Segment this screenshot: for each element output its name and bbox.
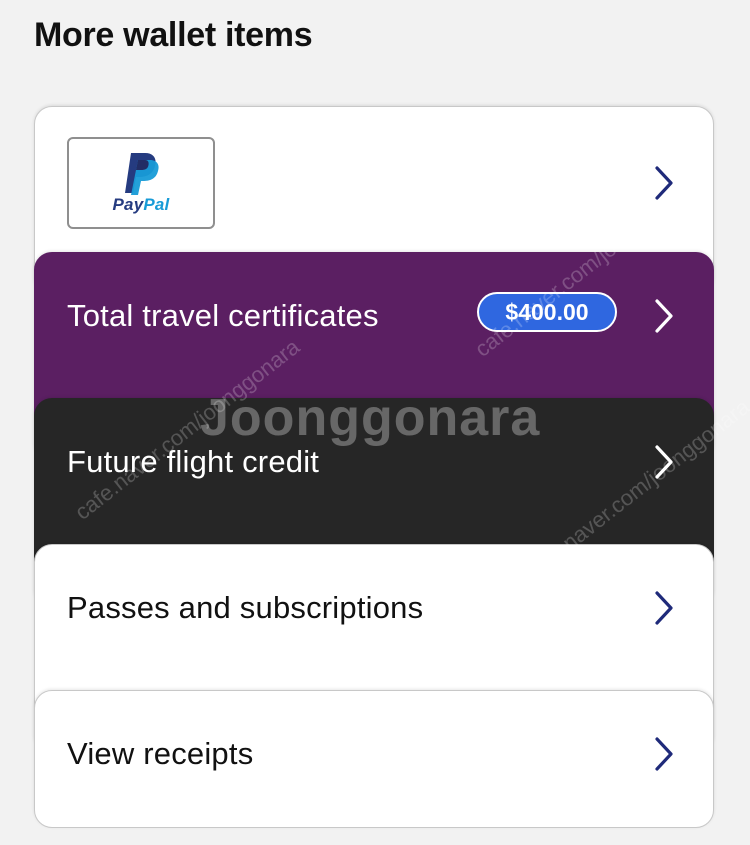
view-receipts-card[interactable]: View receipts: [34, 690, 714, 828]
chevron-right-icon: [655, 299, 673, 333]
travel-certificates-label: Total travel certificates: [67, 298, 379, 333]
chevron-right-icon: [655, 737, 673, 771]
paypal-wordmark: PayPal: [112, 195, 170, 214]
chevron-right-icon: [655, 591, 673, 625]
paypal-icon: [125, 153, 159, 195]
amount-badge: $400.00: [477, 292, 617, 332]
passes-subscriptions-label: Passes and subscriptions: [67, 590, 424, 625]
chevron-right-icon: [655, 166, 673, 200]
future-flight-credit-label: Future flight credit: [67, 444, 320, 479]
view-receipts-label: View receipts: [67, 736, 254, 771]
paypal-logo: PayPal: [67, 137, 215, 229]
chevron-right-icon: [655, 445, 673, 479]
page-title: More wallet items: [34, 16, 313, 54]
wallet-items-list: PayPal Total travel certificates $400.00…: [34, 106, 716, 828]
